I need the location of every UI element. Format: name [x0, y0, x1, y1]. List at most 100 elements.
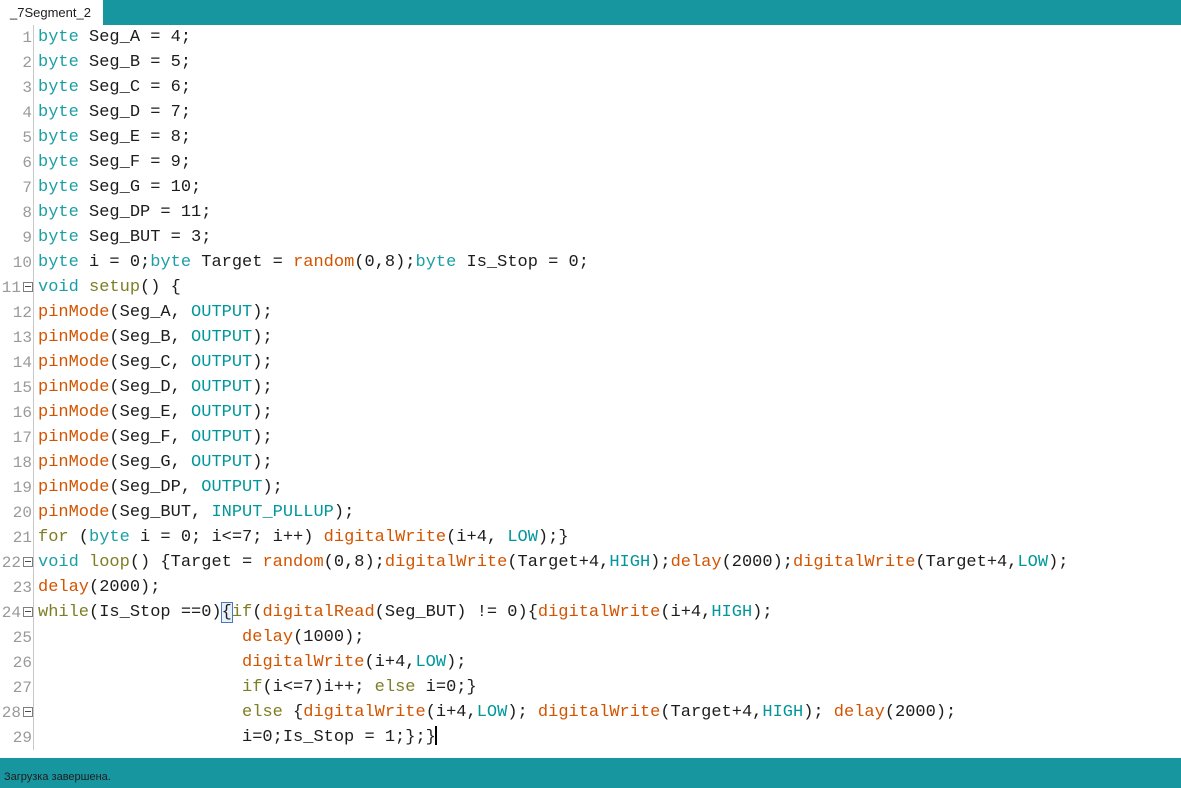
code-token: byte: [38, 78, 79, 97]
line-number-gutter: 6: [0, 150, 33, 175]
code-line[interactable]: 20 pinMode(Seg_BUT, INPUT_PULLUP);: [0, 500, 1181, 525]
code-token: delay: [833, 703, 885, 722]
code-text[interactable]: pinMode(Seg_D, OUTPUT);: [38, 375, 1181, 400]
code-line[interactable]: 8 byte Seg_DP = 11;: [0, 200, 1181, 225]
code-line[interactable]: 13 pinMode(Seg_B, OUTPUT);: [0, 325, 1181, 350]
code-line[interactable]: 28 else {digitalWrite(i+4,LOW); digitalW…: [0, 700, 1181, 725]
code-text[interactable]: pinMode(Seg_A, OUTPUT);: [38, 300, 1181, 325]
line-number-gutter: 27: [0, 675, 33, 700]
code-line[interactable]: 26 digitalWrite(i+4,LOW);: [0, 650, 1181, 675]
code-token: pinMode: [38, 453, 110, 472]
code-text[interactable]: delay(2000);: [38, 575, 1181, 600]
code-token: void: [38, 553, 79, 572]
code-token: byte: [38, 178, 79, 197]
code-line[interactable]: 27 if(i<=7)i++; else i=0;}: [0, 675, 1181, 700]
code-line[interactable]: 23 delay(2000);: [0, 575, 1181, 600]
code-line[interactable]: 14 pinMode(Seg_C, OUTPUT);: [0, 350, 1181, 375]
code-text[interactable]: byte Seg_A = 4;: [38, 25, 1181, 50]
fold-collapse-icon[interactable]: [23, 607, 33, 617]
code-line[interactable]: 2 byte Seg_B = 5;: [0, 50, 1181, 75]
code-line[interactable]: 25 delay(1000);: [0, 625, 1181, 650]
code-text[interactable]: pinMode(Seg_F, OUTPUT);: [38, 425, 1181, 450]
code-token: void: [38, 278, 79, 297]
code-line[interactable]: 5 byte Seg_E = 8;: [0, 125, 1181, 150]
gutter-divider: [33, 450, 34, 475]
fold-collapse-icon[interactable]: [23, 707, 33, 717]
line-number-gutter: 13: [0, 325, 33, 350]
code-text[interactable]: pinMode(Seg_BUT, INPUT_PULLUP);: [38, 500, 1181, 525]
code-line[interactable]: 24 while(Is_Stop ==0){if(digitalRead(Seg_…: [0, 600, 1181, 625]
code-text[interactable]: void loop() {Target = random(0,8);digita…: [38, 550, 1181, 575]
code-token: digitalWrite: [384, 553, 508, 572]
gutter-divider: [33, 650, 34, 675]
code-token: pinMode: [38, 478, 110, 497]
gutter-divider: [33, 125, 34, 150]
code-text[interactable]: byte Seg_DP = 11;: [38, 200, 1181, 225]
code-text[interactable]: if(i<=7)i++; else i=0;}: [38, 675, 1181, 700]
code-text[interactable]: delay(1000);: [38, 625, 1181, 650]
code-line[interactable]: 6 byte Seg_F = 9;: [0, 150, 1181, 175]
code-text[interactable]: byte Seg_G = 10;: [38, 175, 1181, 200]
code-line[interactable]: 3 byte Seg_C = 6;: [0, 75, 1181, 100]
code-text[interactable]: pinMode(Seg_E, OUTPUT);: [38, 400, 1181, 425]
code-text[interactable]: byte Seg_E = 8;: [38, 125, 1181, 150]
gutter-divider: [33, 525, 34, 550]
code-text[interactable]: else {digitalWrite(i+4,LOW); digitalWrit…: [38, 700, 1181, 725]
code-token: LOW: [415, 653, 447, 672]
line-number: 25: [12, 628, 32, 647]
code-text[interactable]: pinMode(Seg_C, OUTPUT);: [38, 350, 1181, 375]
code-text[interactable]: byte Seg_D = 7;: [38, 100, 1181, 125]
code-token: random: [293, 253, 355, 272]
code-token: digitalWrite: [537, 703, 661, 722]
code-line[interactable]: 1 byte Seg_A = 4;: [0, 25, 1181, 50]
code-line[interactable]: 22 void loop() {Target = random(0,8);digi…: [0, 550, 1181, 575]
tab-sketch[interactable]: _7Segment_2: [0, 0, 103, 25]
line-number-gutter: 21: [0, 525, 33, 550]
code-line[interactable]: 9 byte Seg_BUT = 3;: [0, 225, 1181, 250]
code-line[interactable]: 17 pinMode(Seg_F, OUTPUT);: [0, 425, 1181, 450]
code-token: LOW: [1017, 553, 1049, 572]
line-number-gutter: 2: [0, 50, 33, 75]
line-number: 23: [12, 578, 32, 597]
code-text[interactable]: byte Seg_C = 6;: [38, 75, 1181, 100]
code-text[interactable]: byte i = 0;byte Target = random(0,8);byt…: [38, 250, 1181, 275]
code-text[interactable]: while(Is_Stop ==0){if(digitalRead(Seg_BU…: [38, 600, 1181, 625]
line-number-gutter: 19: [0, 475, 33, 500]
code-text[interactable]: i=0;Is_Stop = 1;};}: [38, 725, 1181, 750]
code-line[interactable]: 15 pinMode(Seg_D, OUTPUT);: [0, 375, 1181, 400]
code-line[interactable]: 18 pinMode(Seg_G, OUTPUT);: [0, 450, 1181, 475]
fold-collapse-icon[interactable]: [23, 282, 33, 292]
code-text[interactable]: byte Seg_BUT = 3;: [38, 225, 1181, 250]
code-text[interactable]: pinMode(Seg_G, OUTPUT);: [38, 450, 1181, 475]
code-text[interactable]: for (byte i = 0; i<=7; i++) digitalWrite…: [38, 525, 1181, 550]
fold-collapse-icon[interactable]: [23, 557, 33, 567]
code-token: random: [262, 553, 324, 572]
code-text[interactable]: void setup() {: [38, 275, 1181, 300]
code-line[interactable]: 21 for (byte i = 0; i<=7; i++) digitalWri…: [0, 525, 1181, 550]
code-line[interactable]: 29 i=0;Is_Stop = 1;};}: [0, 725, 1181, 750]
line-number: 8: [22, 203, 32, 222]
text-caret: [434, 726, 437, 745]
code-token: byte: [38, 253, 79, 272]
code-text[interactable]: byte Seg_B = 5;: [38, 50, 1181, 75]
code-line[interactable]: 7 byte Seg_G = 10;: [0, 175, 1181, 200]
code-line[interactable]: 19 pinMode(Seg_DP, OUTPUT);: [0, 475, 1181, 500]
code-token: pinMode: [38, 303, 110, 322]
code-editor[interactable]: 1 byte Seg_A = 4; 2 byte Seg_B = 5; 3 byte Se…: [0, 25, 1181, 758]
line-number-gutter: 17: [0, 425, 33, 450]
gutter-divider: [33, 600, 34, 625]
code-line[interactable]: 11 void setup() {: [0, 275, 1181, 300]
code-token: digitalWrite: [303, 703, 426, 722]
code-line[interactable]: 4 byte Seg_D = 7;: [0, 100, 1181, 125]
line-number-gutter: 24: [0, 600, 33, 625]
code-line[interactable]: 16 pinMode(Seg_E, OUTPUT);: [0, 400, 1181, 425]
code-text[interactable]: digitalWrite(i+4,LOW);: [38, 650, 1181, 675]
code-token: HIGH: [609, 553, 651, 572]
code-text[interactable]: pinMode(Seg_B, OUTPUT);: [38, 325, 1181, 350]
code-text[interactable]: byte Seg_F = 9;: [38, 150, 1181, 175]
code-token: delay: [38, 578, 90, 597]
code-text[interactable]: pinMode(Seg_DP, OUTPUT);: [38, 475, 1181, 500]
code-token: byte: [38, 203, 79, 222]
code-line[interactable]: 12 pinMode(Seg_A, OUTPUT);: [0, 300, 1181, 325]
code-line[interactable]: 10 byte i = 0;byte Target = random(0,8);b…: [0, 250, 1181, 275]
